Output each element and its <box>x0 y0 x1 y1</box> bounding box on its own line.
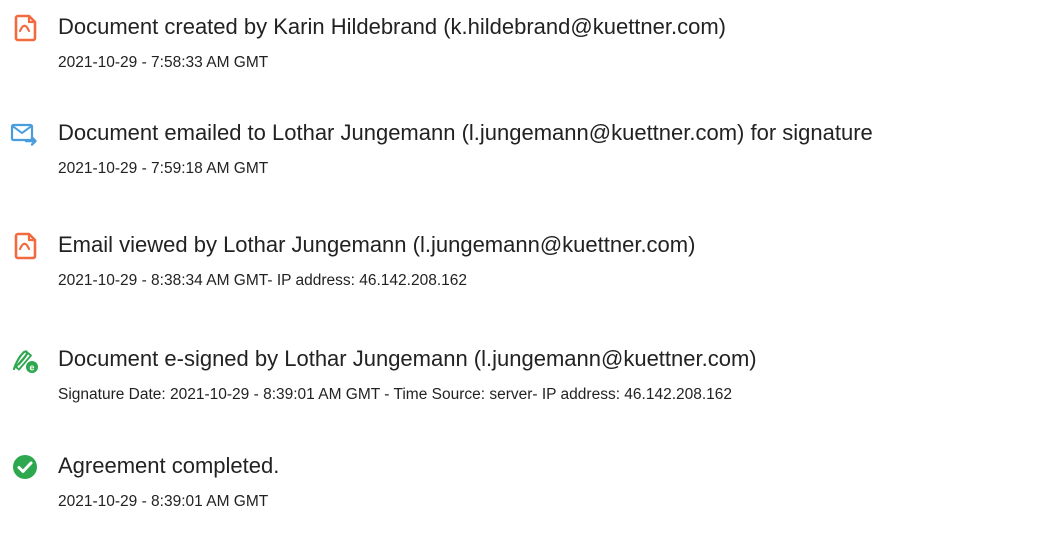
email-viewed-icon <box>10 231 40 261</box>
event-timestamp: 2021-10-29 - 8:38:34 AM GMT- IP address:… <box>58 272 468 289</box>
svg-text:e: e <box>29 363 34 373</box>
event-title: Document e-signed by Lothar Jungemann (l… <box>58 346 757 371</box>
audit-event-email-viewed: Email viewed by Lothar Jungemann (l.jung… <box>0 231 1047 311</box>
event-title: Email viewed by Lothar Jungemann (l.jung… <box>58 232 696 257</box>
completed-check-icon <box>10 452 40 482</box>
event-title: Agreement completed. <box>58 453 280 478</box>
event-timestamp: 2021-10-29 - 7:58:33 AM GMT <box>58 54 269 71</box>
event-title: Document emailed to Lothar Jungemann (l.… <box>58 120 873 145</box>
event-timestamp: Signature Date: 2021-10-29 - 8:39:01 AM … <box>58 386 733 403</box>
audit-event-document-e-signed: e Document e-signed by Lothar Jungemann … <box>0 345 1047 425</box>
audit-event-document-created: Document created by Karin Hildebrand (k.… <box>0 13 1047 93</box>
audit-event-document-emailed: Document emailed to Lothar Jungemann (l.… <box>0 119 1047 199</box>
document-created-icon <box>10 13 40 43</box>
event-title: Document created by Karin Hildebrand (k.… <box>58 14 727 39</box>
audit-event-agreement-completed: Agreement completed. 2021-10-29 - 8:39:0… <box>0 452 1047 532</box>
email-sent-icon <box>10 119 40 149</box>
event-timestamp: 2021-10-29 - 8:39:01 AM GMT <box>58 493 269 510</box>
event-timestamp: 2021-10-29 - 7:59:18 AM GMT <box>58 160 269 177</box>
e-signed-icon: e <box>10 345 40 375</box>
